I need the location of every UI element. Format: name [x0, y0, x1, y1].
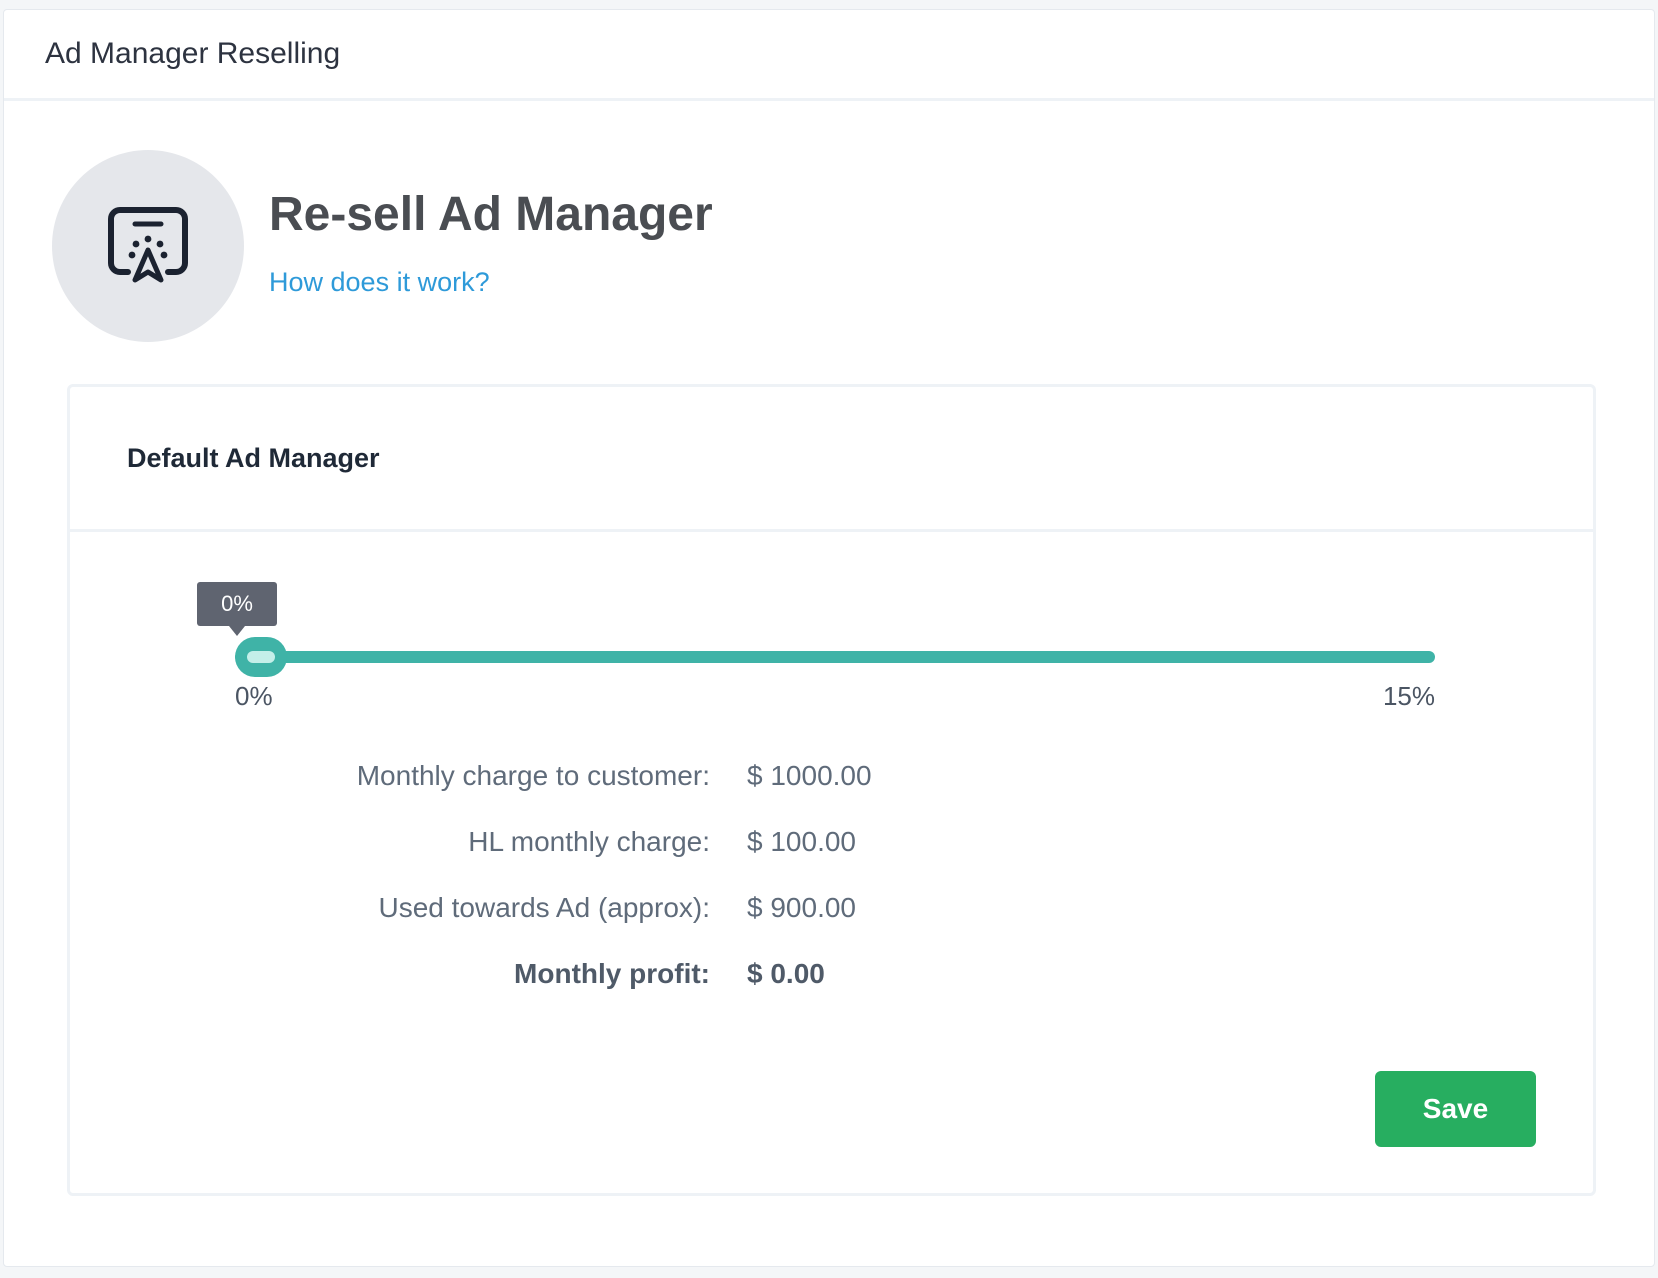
row-label: Monthly charge to customer:: [356, 760, 710, 791]
slider-min-label: 0%: [235, 681, 273, 711]
avatar: [52, 150, 244, 342]
panel-title: Ad Manager Reselling: [45, 37, 341, 70]
card-header: Default Ad Manager: [70, 387, 1593, 532]
page-title: Re-sell Ad Manager: [269, 187, 713, 241]
slider-value-tooltip: 0%: [197, 582, 277, 636]
ad-manager-reselling-panel: Ad Manager Reselling Re-sell Ad Manager …: [3, 9, 1655, 1267]
row-label: Monthly profit:: [514, 958, 710, 989]
row-value: $ 1000.00: [747, 760, 872, 791]
slider-thumb-grip: [247, 651, 275, 663]
default-ad-manager-card: Default Ad Manager 0% 0% 15% Monthly cha…: [67, 384, 1596, 1196]
row-value: $ 100.00: [747, 826, 856, 857]
hl-monthly-charge-row: HL monthly charge: $ 100.00: [70, 826, 1593, 892]
used-towards-ad-row: Used towards Ad (approx): $ 900.00: [70, 892, 1593, 958]
row-value: $ 900.00: [747, 892, 856, 923]
panel-header: Ad Manager Reselling: [4, 10, 1654, 101]
monthly-charge-row: Monthly charge to customer: $ 1000.00: [70, 760, 1593, 826]
slider-track[interactable]: [235, 637, 1435, 677]
hero-section: Re-sell Ad Manager How does it work?: [52, 150, 713, 342]
row-label: HL monthly charge:: [468, 826, 710, 857]
slider-thumb[interactable]: [235, 637, 287, 677]
card-title: Default Ad Manager: [127, 442, 380, 473]
slider-max-label: 15%: [1382, 681, 1435, 711]
charges-summary: Monthly charge to customer: $ 1000.00 HL…: [70, 760, 1593, 1024]
ad-manager-icon: [108, 207, 188, 283]
save-button[interactable]: Save: [1375, 1071, 1536, 1147]
row-label: Used towards Ad (approx):: [378, 892, 711, 923]
monthly-profit-row: Monthly profit: $ 0.00: [70, 958, 1593, 1024]
hero-text: Re-sell Ad Manager How does it work?: [269, 187, 713, 298]
row-value: $ 0.00: [747, 958, 825, 989]
percentage-slider: 0% 0% 15%: [70, 535, 1593, 715]
how-does-it-work-link[interactable]: How does it work?: [269, 267, 713, 298]
